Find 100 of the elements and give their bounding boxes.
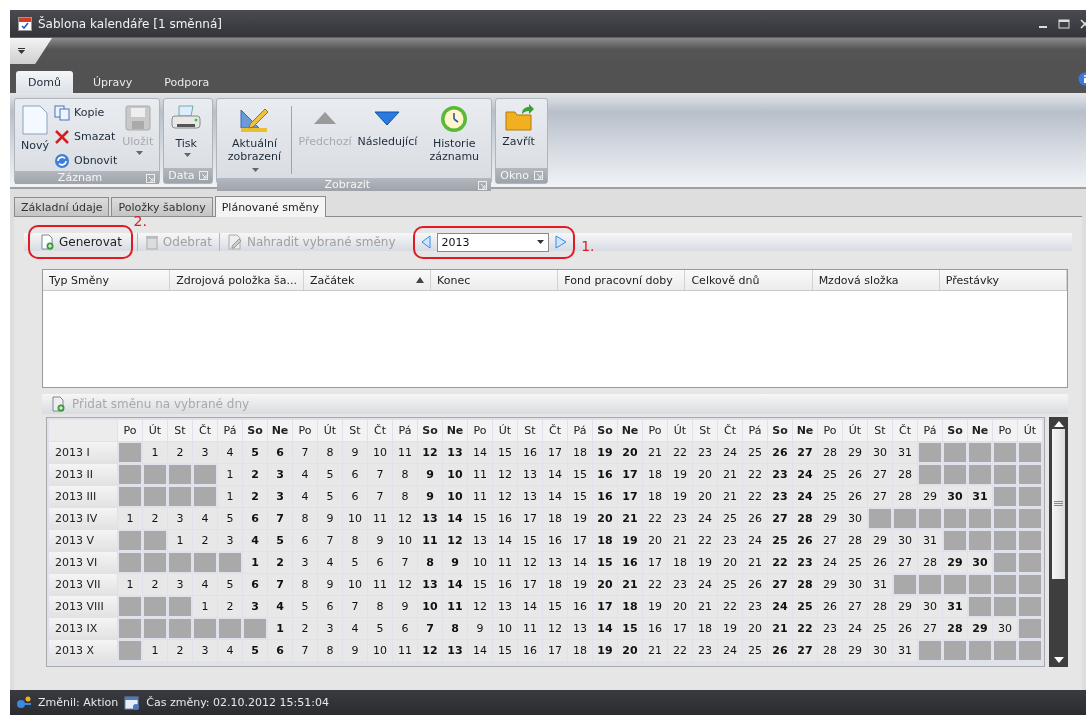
day-cell[interactable]: 17 (643, 552, 667, 573)
day-cell[interactable]: 20 (643, 530, 667, 551)
day-cell[interactable]: 15 (568, 464, 592, 485)
day-cell[interactable]: 4 (268, 596, 292, 617)
day-cell[interactable]: 8 (318, 640, 342, 661)
day-cell[interactable]: 19 (693, 552, 717, 573)
day-cell[interactable]: 1 (168, 530, 192, 551)
day-cell[interactable]: 22 (643, 508, 667, 529)
month-label[interactable]: 2013 III (49, 486, 117, 507)
day-cell[interactable]: 2 (143, 508, 167, 529)
day-cell[interactable]: 19 (568, 574, 592, 595)
day-cell[interactable]: 7 (293, 640, 317, 661)
day-cell[interactable]: 10 (443, 464, 467, 485)
day-cell[interactable]: 9 (418, 486, 442, 507)
day-cell[interactable]: 15 (568, 486, 592, 507)
day-cell[interactable]: 5 (218, 574, 242, 595)
day-cell[interactable]: 26 (843, 464, 867, 485)
day-cell[interactable]: 28 (793, 508, 817, 529)
ribbon-tab[interactable]: Domů (16, 71, 73, 93)
day-cell[interactable]: 27 (768, 508, 792, 529)
day-cell[interactable]: 2 (143, 574, 167, 595)
day-cell[interactable]: 10 (418, 596, 442, 617)
ribbon-button[interactable]: Aktuální zobrazení (220, 102, 289, 178)
day-cell[interactable]: 8 (318, 442, 342, 463)
day-cell[interactable]: 7 (268, 508, 292, 529)
day-cell[interactable]: 23 (743, 596, 767, 617)
day-cell[interactable]: 28 (893, 486, 917, 507)
day-cell[interactable]: 15 (468, 574, 492, 595)
scroll-down-icon[interactable] (1052, 655, 1065, 665)
day-cell[interactable]: 18 (618, 596, 642, 617)
day-cell[interactable]: 17 (593, 596, 617, 617)
day-cell[interactable]: 12 (518, 552, 542, 573)
day-cell[interactable]: 27 (768, 574, 792, 595)
day-cell[interactable]: 12 (493, 464, 517, 485)
day-cell[interactable]: 6 (393, 618, 417, 639)
day-cell[interactable]: 11 (418, 530, 442, 551)
month-label[interactable]: 2013 VII (49, 574, 117, 595)
year-dropdown[interactable]: 2013 (436, 232, 549, 252)
day-cell[interactable]: 27 (893, 552, 917, 573)
day-cell[interactable]: 7 (418, 618, 442, 639)
day-cell[interactable]: 24 (693, 508, 717, 529)
day-cell[interactable]: 16 (543, 530, 567, 551)
day-cell[interactable]: 11 (443, 596, 467, 617)
day-cell[interactable]: 16 (493, 574, 517, 595)
day-cell[interactable]: 4 (193, 508, 217, 529)
day-cell[interactable]: 1 (193, 596, 217, 617)
day-cell[interactable]: 22 (793, 618, 817, 639)
day-cell[interactable]: 19 (593, 640, 617, 661)
day-cell[interactable]: 6 (368, 552, 392, 573)
day-cell[interactable]: 20 (593, 574, 617, 595)
day-cell[interactable]: 24 (793, 464, 817, 485)
day-cell[interactable]: 6 (268, 442, 292, 463)
day-cell[interactable]: 30 (993, 618, 1017, 639)
day-cell[interactable]: 11 (468, 464, 492, 485)
day-cell[interactable]: 17 (518, 508, 542, 529)
day-cell[interactable]: 8 (368, 596, 392, 617)
day-cell[interactable]: 9 (343, 640, 367, 661)
day-cell[interactable]: 14 (543, 486, 567, 507)
day-cell[interactable]: 28 (893, 464, 917, 485)
page-tab[interactable]: Plánované směny (214, 196, 327, 217)
day-cell[interactable]: 11 (493, 552, 517, 573)
day-cell[interactable]: 15 (468, 508, 492, 529)
day-cell[interactable]: 28 (793, 574, 817, 595)
next-arrow-icon[interactable] (554, 235, 567, 249)
day-cell[interactable]: 20 (618, 640, 642, 661)
day-cell[interactable]: 2 (243, 464, 267, 485)
day-cell[interactable]: 5 (343, 552, 367, 573)
column-header[interactable]: Konec (431, 270, 559, 290)
day-cell[interactable]: 2 (218, 596, 242, 617)
day-cell[interactable]: 13 (493, 596, 517, 617)
day-cell[interactable]: 29 (818, 574, 842, 595)
day-cell[interactable]: 3 (193, 640, 217, 661)
day-cell[interactable]: 13 (418, 508, 442, 529)
day-cell[interactable]: 1 (268, 618, 292, 639)
day-cell[interactable]: 26 (793, 530, 817, 551)
day-cell[interactable]: 21 (743, 552, 767, 573)
day-cell[interactable]: 13 (518, 464, 542, 485)
day-cell[interactable]: 25 (718, 508, 742, 529)
day-cell[interactable]: 9 (318, 574, 342, 595)
day-cell[interactable]: 8 (293, 574, 317, 595)
day-cell[interactable]: 10 (343, 574, 367, 595)
month-label[interactable]: 2013 X (49, 640, 117, 661)
day-cell[interactable]: 10 (368, 442, 392, 463)
day-cell[interactable]: 25 (818, 486, 842, 507)
day-cell[interactable]: 28 (943, 618, 967, 639)
day-cell[interactable]: 21 (618, 574, 642, 595)
day-cell[interactable]: 13 (443, 640, 467, 661)
day-cell[interactable]: 11 (368, 508, 392, 529)
day-cell[interactable]: 24 (743, 530, 767, 551)
day-cell[interactable]: 24 (843, 618, 867, 639)
day-cell[interactable]: 12 (493, 486, 517, 507)
day-cell[interactable]: 26 (818, 596, 842, 617)
day-cell[interactable]: 19 (718, 618, 742, 639)
day-cell[interactable]: 25 (868, 618, 892, 639)
day-cell[interactable]: 11 (468, 486, 492, 507)
day-cell[interactable]: 12 (418, 640, 442, 661)
day-cell[interactable]: 2 (268, 552, 292, 573)
day-cell[interactable]: 5 (318, 464, 342, 485)
day-cell[interactable]: 14 (468, 442, 492, 463)
day-cell[interactable]: 27 (793, 640, 817, 661)
